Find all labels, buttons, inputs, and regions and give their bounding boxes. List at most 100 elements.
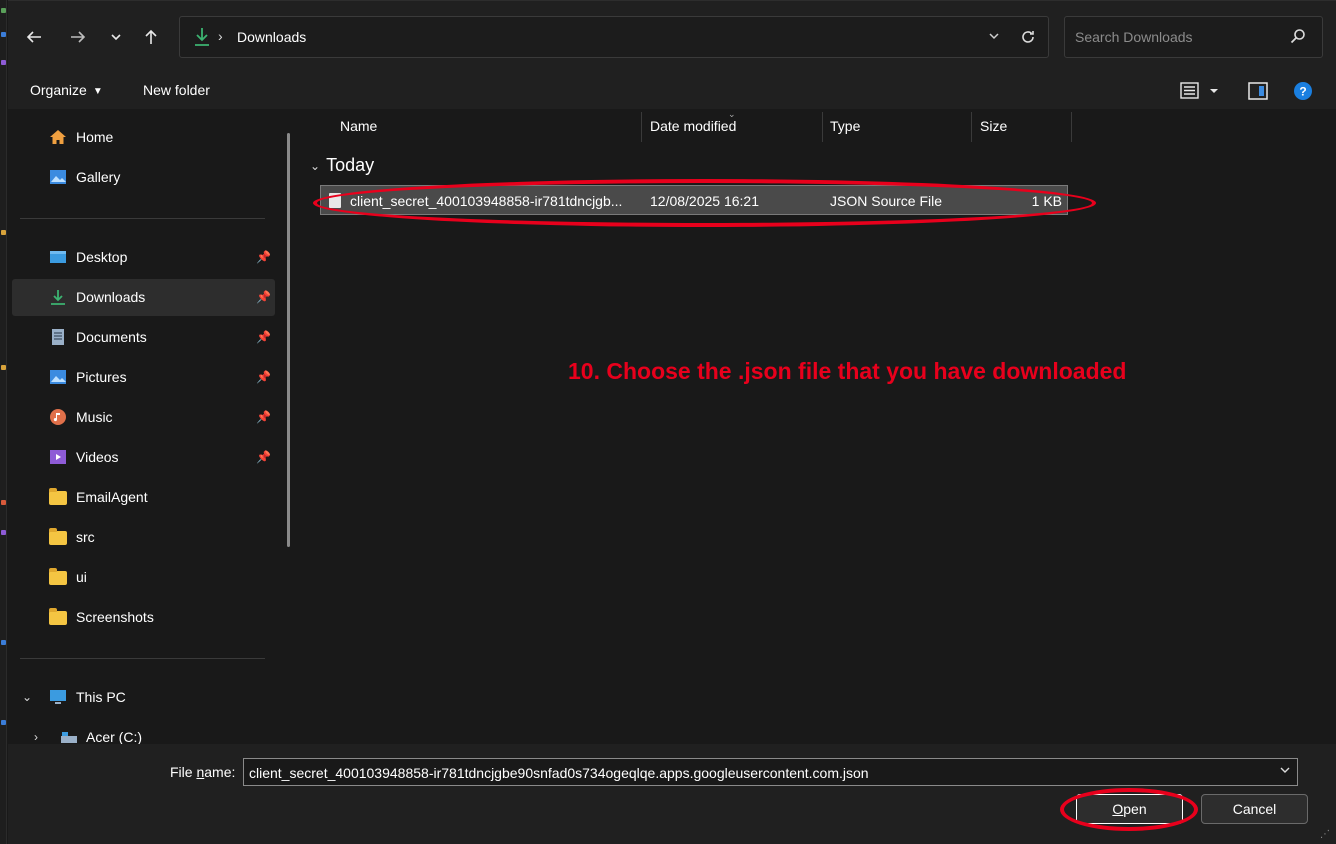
sidebar-item-label: src (76, 529, 95, 545)
column-divider[interactable] (641, 112, 642, 142)
arrow-up-icon (145, 29, 157, 44)
chevron-down-icon[interactable]: ⌄ (22, 690, 32, 704)
file-date: 12/08/2025 16:21 (650, 193, 759, 209)
refresh-icon (1022, 31, 1034, 43)
forward-button[interactable] (64, 23, 92, 51)
sidebar-item-downloads[interactable]: Downloads 📌 (12, 279, 275, 316)
organize-menu[interactable]: Organize ▼ (30, 82, 103, 98)
sidebar-item-screenshots[interactable]: Screenshots (12, 599, 275, 636)
recent-locations-button[interactable] (102, 23, 130, 51)
file-name: client_secret_400103948858-ir781tdncjgb.… (350, 193, 623, 209)
resize-grip-icon[interactable]: ⋰ (1320, 829, 1330, 840)
sidebar-item-emailagent[interactable]: EmailAgent (12, 479, 275, 516)
filename-combobox[interactable] (243, 758, 1298, 786)
folder-icon (49, 528, 67, 545)
sidebar-divider (20, 658, 265, 659)
document-icon (52, 329, 64, 345)
home-icon (50, 130, 66, 144)
sidebar-item-label: Desktop (76, 249, 128, 265)
arrow-right-icon (71, 31, 86, 43)
pin-icon: 📌 (256, 250, 271, 264)
sidebar-item-label: Home (76, 129, 114, 145)
group-header-today[interactable]: ⌄ Today (310, 155, 374, 176)
new-folder-button[interactable]: New folder (143, 82, 210, 98)
sidebar-item-label: This PC (76, 689, 126, 705)
pin-icon: 📌 (256, 330, 271, 344)
sidebar-item-this-pc[interactable]: ⌄ This PC (12, 679, 275, 716)
sidebar-item-home[interactable]: Home (12, 119, 275, 156)
sidebar-item-acer-c[interactable]: › Acer (C:) (12, 719, 275, 744)
sidebar-item-label: Gallery (76, 169, 121, 185)
sidebar-item-label: Screenshots (76, 609, 154, 625)
file-type: JSON Source File (830, 193, 943, 209)
sidebar-item-src[interactable]: src (12, 519, 275, 556)
sidebar-item-pictures[interactable]: Pictures 📌 (12, 359, 275, 396)
column-header-date[interactable]: Date modified (650, 118, 736, 134)
download-icon (195, 28, 209, 46)
pictures-icon (50, 370, 66, 384)
chevron-down-icon (111, 34, 121, 41)
pc-icon (50, 690, 66, 704)
file-size: 1 KB (1031, 193, 1062, 209)
videos-icon (50, 450, 66, 464)
search-input[interactable] (1075, 27, 1275, 47)
sidebar-item-desktop[interactable]: Desktop 📌 (12, 239, 275, 276)
organize-label: Organize (30, 82, 87, 98)
command-bar: Organize ▼ New folder ? (8, 72, 1336, 109)
sidebar-item-videos[interactable]: Videos 📌 (12, 439, 275, 476)
sidebar-item-label: Videos (76, 449, 119, 465)
background-window-edge (0, 0, 7, 844)
file-row[interactable]: client_secret_400103948858-ir781tdncjgb.… (320, 185, 1068, 215)
filename-input[interactable] (249, 764, 1269, 782)
file-list-pane: ⌄ Name Date modified Type Size ⌄ Today cl… (300, 109, 1336, 744)
up-button[interactable] (137, 23, 165, 51)
sidebar-item-documents[interactable]: Documents 📌 (12, 319, 275, 356)
help-button[interactable]: ? (1293, 81, 1313, 104)
sidebar-item-gallery[interactable]: Gallery (12, 159, 275, 196)
folder-icon (49, 608, 67, 625)
navigation-pane: Home Gallery Desktop 📌 Downloads 📌 Docum… (8, 109, 300, 744)
open-button[interactable]: Open (1076, 794, 1183, 824)
chevron-right-icon[interactable]: › (34, 730, 38, 744)
column-divider[interactable] (1071, 112, 1072, 142)
music-icon (50, 409, 66, 425)
refresh-button[interactable] (1020, 25, 1036, 50)
sidebar-item-label: Documents (76, 329, 147, 345)
chevron-down-icon (1280, 767, 1290, 773)
column-divider[interactable] (971, 112, 972, 142)
drive-icon (61, 732, 77, 743)
gallery-icon (50, 170, 66, 184)
filename-dropdown-button[interactable] (1279, 764, 1291, 779)
column-divider[interactable] (822, 112, 823, 142)
desktop-icon (50, 251, 66, 263)
group-label: Today (326, 155, 375, 175)
address-history-dropdown[interactable] (988, 27, 1000, 45)
pin-icon: 📌 (256, 290, 271, 304)
back-button[interactable] (20, 23, 48, 51)
search-box[interactable] (1064, 16, 1323, 58)
path-separator: › (218, 28, 223, 44)
breadcrumb-downloads[interactable]: Downloads (237, 29, 306, 45)
pin-icon: 📌 (256, 450, 271, 464)
filename-label: File name: (170, 764, 236, 780)
sidebar-scrollbar[interactable] (287, 133, 290, 547)
sidebar-item-label: Downloads (76, 289, 146, 305)
change-view-button[interactable] (1180, 81, 1220, 104)
cancel-button[interactable]: Cancel (1201, 794, 1308, 824)
sidebar-item-music[interactable]: Music 📌 (12, 399, 275, 436)
sidebar-item-label: ui (76, 569, 87, 585)
column-header-name[interactable]: Name (340, 118, 377, 134)
caret-down-icon: ▼ (92, 85, 103, 97)
svg-text:?: ? (1299, 85, 1306, 99)
help-icon: ? (1294, 82, 1312, 100)
sidebar-item-ui[interactable]: ui (12, 559, 275, 596)
column-header-type[interactable]: Type (830, 118, 860, 134)
address-bar[interactable]: › Downloads (179, 16, 1049, 58)
chevron-down-icon: ⌄ (310, 159, 321, 174)
preview-pane-button[interactable] (1248, 81, 1268, 104)
sidebar-item-label: Music (76, 409, 113, 425)
annotation-instruction: 10. Choose the .json file that you have … (568, 358, 1127, 384)
column-header-size[interactable]: Size (980, 118, 1007, 134)
list-view-icon (1180, 82, 1218, 99)
download-icon (51, 290, 65, 305)
